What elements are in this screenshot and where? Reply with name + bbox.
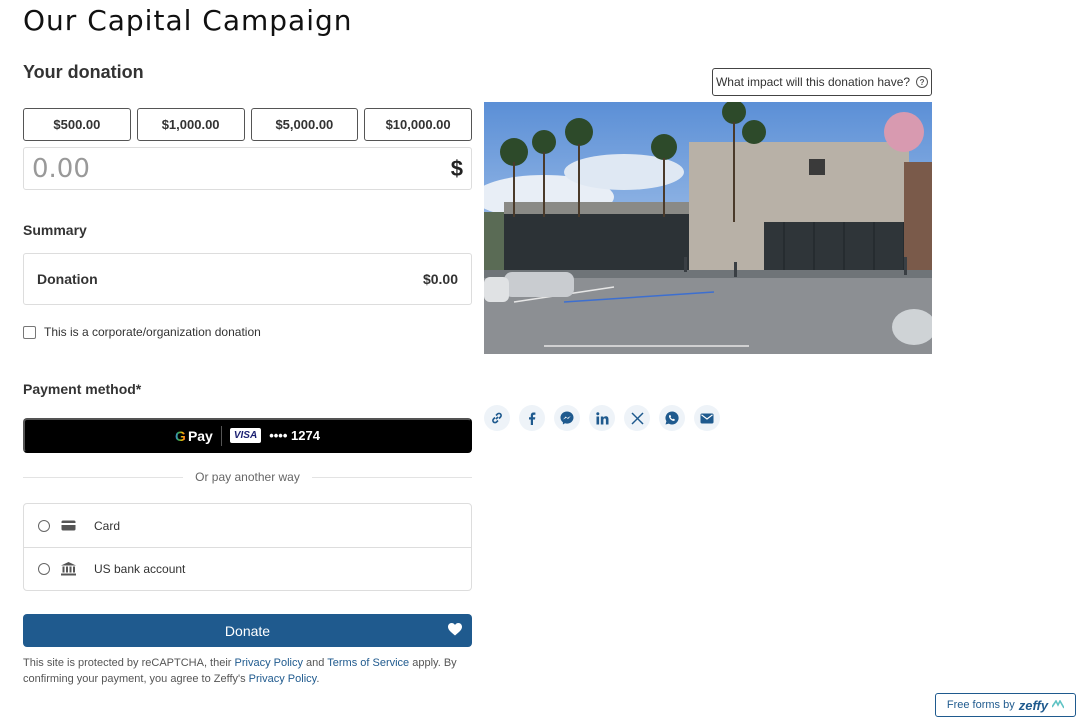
payment-method-card[interactable]: Card — [24, 504, 471, 547]
legal-end: . — [316, 673, 320, 685]
bank-radio[interactable] — [38, 563, 50, 575]
custom-amount-value: 0.00 — [32, 153, 90, 184]
legal-and: and — [302, 657, 328, 669]
summary-amount: $0.00 — [422, 271, 458, 287]
zeffy-badge[interactable]: Free forms by zeffy — [935, 693, 1076, 717]
link-icon[interactable] — [484, 405, 510, 431]
gpay-brand-label: Pay — [187, 427, 213, 444]
summary-title: Summary — [23, 222, 87, 238]
page-title: Our Capital Campaign — [23, 4, 353, 37]
donation-section-title: Your donation — [23, 62, 144, 82]
share-buttons — [484, 405, 720, 431]
amount-option-5000[interactable]: $5,000.00 — [250, 108, 359, 141]
bank-icon — [60, 561, 76, 577]
google-pay-logo: G Pay — [175, 428, 213, 444]
divider-line-right — [311, 476, 472, 478]
linkedin-icon[interactable] — [589, 405, 615, 431]
google-pay-button[interactable]: G Pay VISA •••• 1274 — [23, 418, 472, 453]
summary-box: Donation $0.00 — [23, 253, 472, 305]
divider-line-left — [23, 476, 184, 478]
card-radio[interactable] — [38, 519, 50, 532]
amount-option-1000[interactable]: $1,000.00 — [136, 108, 245, 141]
amount-options: $500.00 $1,000.00 $5,000.00 $10,000.00 — [23, 108, 472, 141]
campaign-image — [484, 102, 932, 354]
privacy-policy-link-1[interactable]: Privacy Policy — [235, 657, 303, 669]
currency-symbol: $ — [450, 155, 463, 181]
zeffy-logo: zeffy — [1018, 697, 1049, 713]
divider-label: Or pay another way — [195, 470, 300, 484]
legal-text-1: This site is protected by reCAPTCHA, the… — [23, 657, 235, 669]
custom-amount-input[interactable]: 0.00 $ — [23, 147, 472, 190]
corporate-checkbox[interactable] — [23, 325, 36, 339]
amount-option-500[interactable]: $500.00 — [23, 108, 131, 141]
payment-methods-list: Card US bank account — [23, 503, 472, 591]
credit-card-icon — [60, 518, 76, 534]
terms-link[interactable]: Terms of Service — [327, 657, 409, 669]
card-last-digits: •••• 1274 — [269, 428, 320, 443]
google-g-icon: G — [175, 427, 186, 444]
whatsapp-icon[interactable] — [659, 405, 685, 431]
facebook-icon[interactable] — [519, 405, 545, 431]
impact-button[interactable]: What impact will this donation have? ? — [712, 68, 932, 96]
donate-button[interactable]: Donate — [23, 614, 472, 647]
campaign-image-illustration — [484, 102, 932, 354]
gpay-separator — [220, 425, 222, 446]
donate-label: Donate — [224, 622, 271, 639]
help-icon: ? — [916, 76, 929, 88]
payment-method-bank[interactable]: US bank account — [24, 547, 471, 590]
heart-icon — [448, 623, 462, 639]
x-icon[interactable] — [624, 405, 650, 431]
legal-notice: This site is protected by reCAPTCHA, the… — [23, 655, 472, 687]
visa-card-icon: VISA — [229, 428, 262, 443]
bank-label: US bank account — [94, 562, 186, 576]
payment-divider: Or pay another way — [23, 470, 472, 484]
zeffy-wave-icon — [1052, 700, 1065, 709]
messenger-icon[interactable] — [554, 405, 580, 431]
payment-method-title: Payment method* — [23, 381, 142, 397]
impact-button-label: What impact will this donation have? — [715, 75, 911, 89]
corporate-donation-option[interactable]: This is a corporate/organization donatio… — [23, 325, 261, 339]
amount-option-10000[interactable]: $10,000.00 — [364, 108, 472, 141]
card-label: Card — [94, 518, 121, 533]
email-icon[interactable] — [694, 405, 720, 431]
privacy-policy-link-2[interactable]: Privacy Policy — [249, 673, 317, 685]
zeffy-badge-label: Free forms by — [946, 699, 1015, 711]
corporate-label: This is a corporate/organization donatio… — [44, 325, 261, 339]
summary-label: Donation — [37, 271, 98, 287]
